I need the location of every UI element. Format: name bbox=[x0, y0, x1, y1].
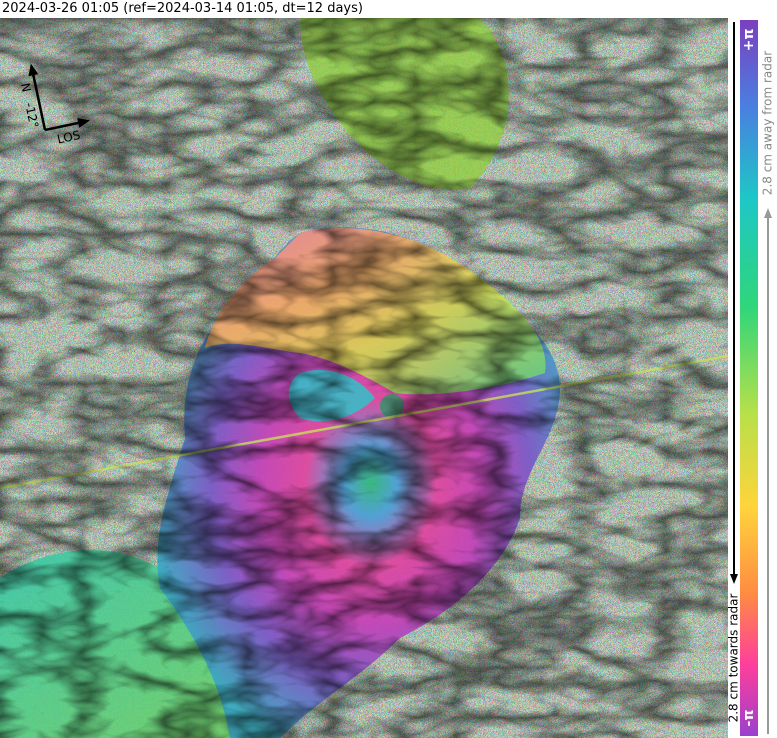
colorbar-bottom-label: -π bbox=[741, 710, 757, 727]
north-arrow: N -12° LOS bbox=[18, 63, 90, 147]
los-label: LOS bbox=[56, 128, 82, 147]
north-label: N bbox=[18, 82, 34, 94]
phase-colorbar: +π -π 2.8 cm away from radar 2.8 cm towa… bbox=[728, 18, 777, 738]
away-from-radar-label: 2.8 cm away from radar bbox=[761, 51, 775, 195]
heading-label: -12° bbox=[22, 101, 41, 129]
towards-radar-label: 2.8 cm towards radar bbox=[728, 594, 741, 723]
figure-title: 2024-03-26 01:05 (ref=2024-03-14 01:05, … bbox=[2, 1, 363, 16]
colorbar-top-label: +π bbox=[741, 29, 757, 52]
colorbar-gradient bbox=[740, 20, 758, 736]
